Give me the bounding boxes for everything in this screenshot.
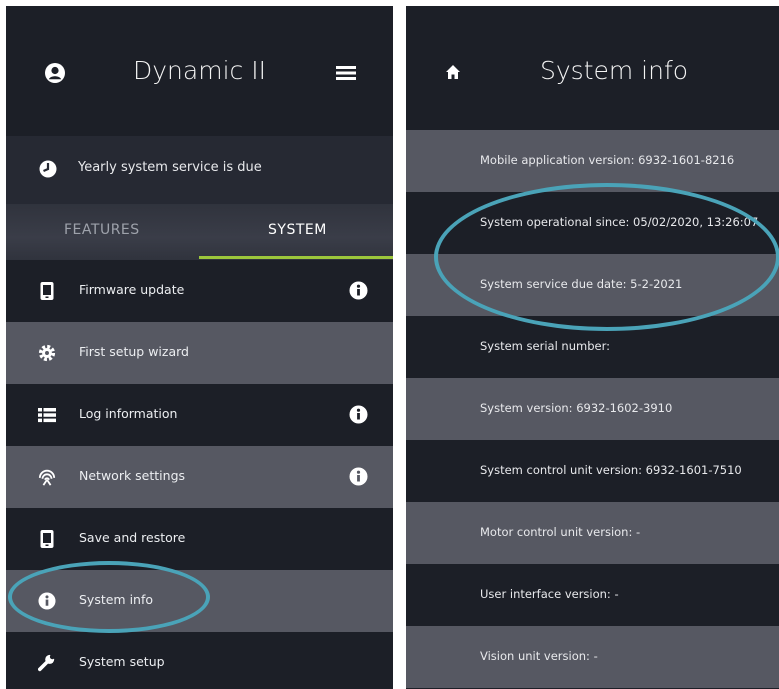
device-icon [40, 530, 54, 548]
list-icon [38, 408, 56, 423]
notice-text: Yearly system service is due [78, 160, 262, 175]
menu-item-first-setup-wizard[interactable]: First setup wizard [6, 322, 393, 384]
info-row: User interface version: - [406, 564, 779, 626]
info-row: System service due date: 5-2-2021 [406, 254, 779, 316]
info-row-text: System control unit version: 6932-1601-7… [480, 463, 742, 477]
menu-item-label: System info [79, 592, 154, 607]
menu-item-firmware-update[interactable]: Firmware update [6, 260, 393, 322]
info-row: System serial number: [406, 316, 779, 378]
menu-item-log-information[interactable]: Log information [6, 384, 393, 446]
info-row: Vision unit version: - [406, 626, 779, 688]
hamburger-menu-icon[interactable] [336, 64, 356, 82]
info-row: Mobile application version: 6932-1601-82… [406, 130, 779, 192]
menu-item-label: Network settings [79, 468, 186, 483]
device-icon [40, 282, 54, 300]
menu-item-label: System setup [79, 654, 165, 669]
tab-features[interactable]: FEATURES [64, 222, 140, 238]
system-info-header: System info [406, 6, 779, 130]
menu-item-network-settings[interactable]: Network settings [6, 446, 393, 508]
menu-item-system-info[interactable]: System info [6, 570, 393, 632]
tab-bar: FEATURES SYSTEM [6, 204, 393, 260]
info-row: System version: 6932-1602-3910 [406, 378, 779, 440]
info-row-text: System operational since: 05/02/2020, 13… [480, 215, 759, 229]
info-row-text: Vision unit version: - [480, 649, 598, 663]
menu-item-label: First setup wizard [79, 344, 189, 359]
clock-icon [39, 160, 57, 178]
app-title: Dynamic II [133, 56, 266, 85]
wifi-icon [38, 469, 56, 486]
wrench-icon [38, 654, 55, 672]
info-row-text: System version: 6932-1602-3910 [480, 401, 673, 415]
system-info-panel: System info Mobile application version: … [406, 6, 779, 689]
info-icon[interactable] [349, 281, 368, 300]
info-row: System control unit version: 6932-1601-7… [406, 440, 779, 502]
menu-item-save-and-restore[interactable]: Save and restore [6, 508, 393, 570]
info-row-text: System serial number: [480, 339, 610, 353]
tab-system[interactable]: SYSTEM [268, 222, 327, 238]
system-menu-panel: Dynamic II Yearly system service is due … [6, 6, 393, 689]
info-row-text: Mobile application version: 6932-1601-82… [480, 153, 735, 167]
info-row: Motor control unit version: - [406, 502, 779, 564]
info-icon [38, 592, 56, 610]
info-row: System operational since: 05/02/2020, 13… [406, 192, 779, 254]
active-tab-indicator [199, 256, 393, 259]
page-title: System info [540, 56, 689, 85]
info-icon[interactable] [349, 405, 368, 424]
menu-item-system-setup[interactable]: System setup [6, 632, 393, 689]
info-row-text: System service due date: 5-2-2021 [480, 277, 683, 291]
app-header: Dynamic II [6, 6, 393, 136]
info-row-text: Motor control unit version: - [480, 525, 641, 539]
menu-item-label: Log information [79, 406, 178, 421]
gear-icon [38, 344, 56, 362]
info-icon[interactable] [349, 467, 368, 486]
home-icon[interactable] [445, 64, 461, 80]
info-row-text: User interface version: - [480, 587, 619, 601]
service-notice[interactable]: Yearly system service is due [6, 136, 393, 204]
menu-item-label: Save and restore [79, 530, 186, 545]
menu-item-label: Firmware update [79, 282, 185, 297]
